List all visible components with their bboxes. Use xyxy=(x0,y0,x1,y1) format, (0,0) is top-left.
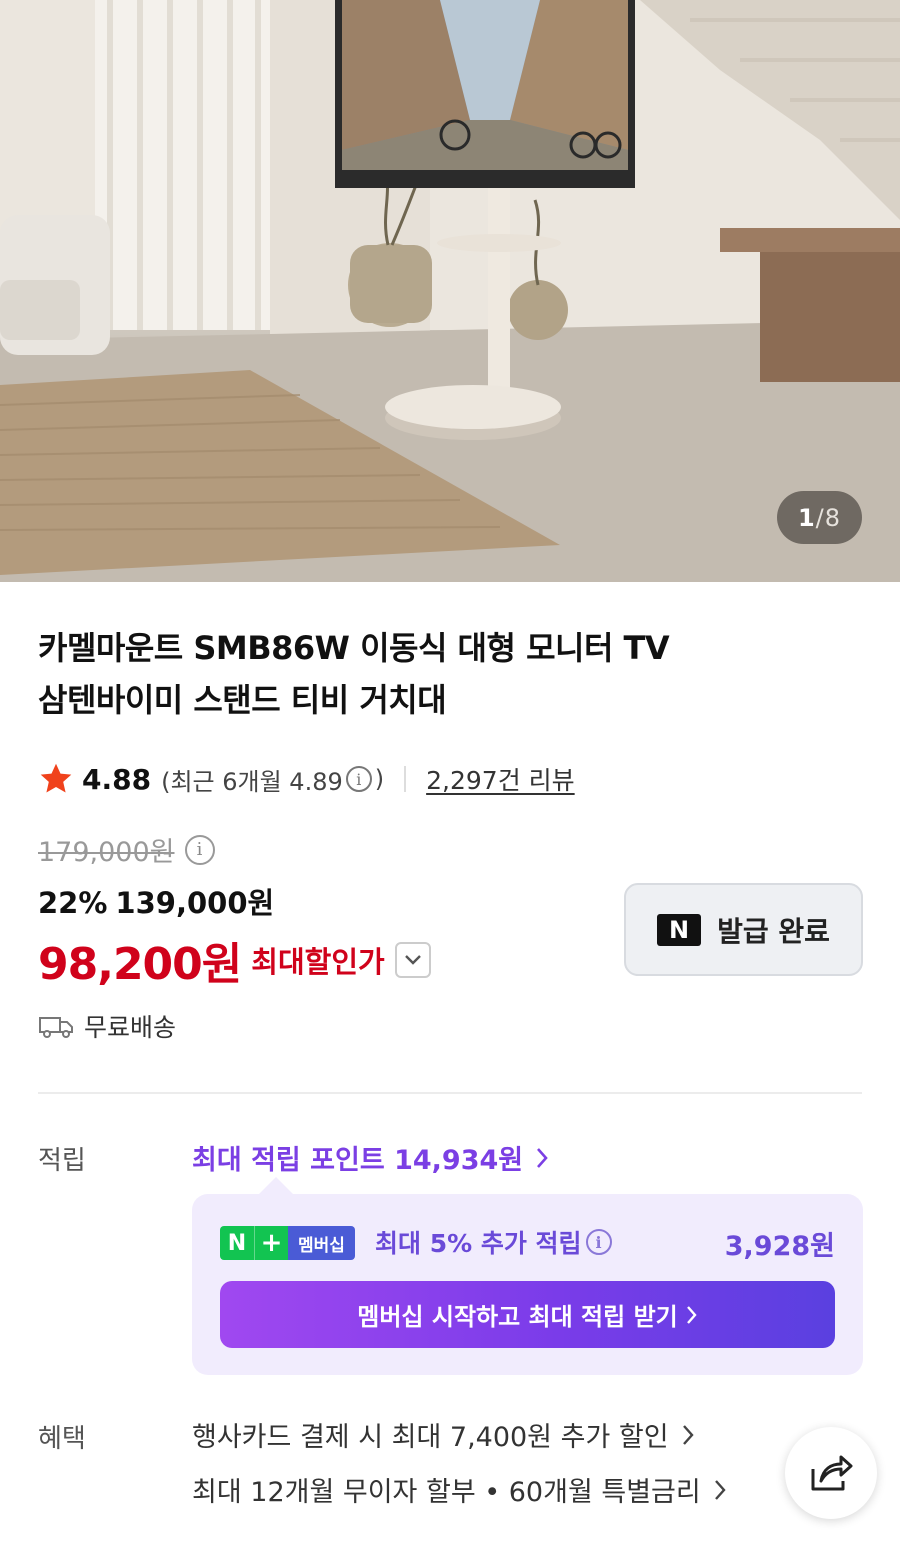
installment-link[interactable]: 최대 12개월 무이자 할부 • 60개월 특별금리 xyxy=(192,1470,727,1509)
coupon-issued-button[interactable]: N 발급 완료 xyxy=(624,883,863,976)
reviews-link[interactable]: 2,297건 리뷰 xyxy=(426,761,575,797)
section-divider xyxy=(38,1092,862,1094)
truck-icon xyxy=(39,1017,73,1038)
chevron-right-icon xyxy=(686,1305,697,1324)
membership-extra-text: 최대 5% 추가 적립 xyxy=(375,1229,582,1258)
membership-box: N + 멤버십 최대 5% 추가 적립 i 3,928원 멤버십 시작하고 최대… xyxy=(192,1177,863,1375)
membership-amount: 3,928원 xyxy=(724,1231,835,1262)
installment-text: 최대 12개월 무이자 할부 • 60개월 특별금리 xyxy=(192,1477,701,1508)
image-counter: 1 / 8 xyxy=(777,491,862,544)
chevron-down-icon xyxy=(404,955,421,965)
start-membership-button[interactable]: 멤버십 시작하고 최대 적립 받기 xyxy=(220,1281,835,1348)
badge-plus: + xyxy=(254,1226,288,1260)
star-icon xyxy=(40,763,72,793)
recent-rating-text: (최근 6개월 4.89 xyxy=(161,767,343,796)
max-points-text: 최대 적립 포인트 14,934원 xyxy=(192,1145,524,1176)
info-icon[interactable]: i xyxy=(184,834,215,865)
chevron-right-icon xyxy=(682,1424,694,1445)
info-icon[interactable]: i xyxy=(585,1229,612,1255)
recent-rating-close: ) xyxy=(374,765,385,793)
image-counter-total: 8 xyxy=(824,503,842,532)
coupon-label: 발급 완료 xyxy=(717,914,830,948)
membership-extra-points: 최대 5% 추가 적립 i xyxy=(375,1224,615,1260)
product-title: 카멜마운트 SMB86W 이동식 대형 모니터 TV 삼텐바이미 스탠드 티비 … xyxy=(38,622,758,726)
product-title-line1: 카멜마운트 SMB86W 이동식 대형 모니터 TV xyxy=(38,629,670,667)
start-membership-label: 멤버십 시작하고 최대 적립 받기 xyxy=(357,1303,678,1331)
sale-price: 139,000원 xyxy=(115,886,275,920)
original-price-row: 179,000원 i xyxy=(38,830,218,869)
share-icon xyxy=(811,1455,853,1491)
chevron-right-icon xyxy=(537,1147,548,1168)
badge-n: N xyxy=(220,1226,254,1260)
price-detail-toggle[interactable] xyxy=(394,942,431,978)
card-discount-text: 행사카드 결제 시 최대 7,400원 추가 할인 xyxy=(192,1422,669,1453)
final-price-row: 98,200원 최대할인가 xyxy=(38,928,431,992)
max-points-link[interactable]: 최대 적립 포인트 14,934원 xyxy=(192,1138,549,1177)
chevron-right-icon xyxy=(714,1479,726,1500)
image-counter-separator: / xyxy=(815,503,825,532)
sale-price-row: 22% 139,000원 xyxy=(38,880,274,922)
divider xyxy=(404,766,407,792)
product-image[interactable]: 1 / 8 xyxy=(0,0,900,582)
discount-percent: 22% xyxy=(38,886,108,920)
tooltip-notch xyxy=(259,1177,293,1211)
naver-plus-membership-badge: N + 멤버십 xyxy=(220,1226,355,1260)
product-photo xyxy=(0,0,900,582)
benefits-label: 혜택 xyxy=(38,1424,86,1454)
original-price: 179,000원 xyxy=(38,837,175,868)
product-title-line2: 삼텐바이미 스탠드 티비 거치대 xyxy=(38,681,447,719)
points-label: 적립 xyxy=(38,1146,86,1176)
rating-row: 4.88 (최근 6개월 4.89 i ) 2,297건 리뷰 xyxy=(38,758,575,800)
share-button[interactable] xyxy=(785,1427,877,1519)
badge-membership: 멤버십 xyxy=(288,1226,355,1260)
info-icon[interactable]: i xyxy=(345,766,372,792)
recent-rating: (최근 6개월 4.89 i ) xyxy=(161,762,384,797)
rating-value: 4.88 xyxy=(82,762,152,796)
shipping-text: 무료배송 xyxy=(84,1013,177,1042)
final-price: 98,200원 xyxy=(38,939,242,990)
final-price-label: 최대할인가 xyxy=(251,945,385,979)
naver-n-icon: N xyxy=(657,913,702,946)
shipping-row: 무료배송 xyxy=(38,1008,176,1044)
card-discount-link[interactable]: 행사카드 결제 시 최대 7,400원 추가 할인 xyxy=(192,1415,695,1454)
image-counter-current: 1 xyxy=(797,503,816,532)
